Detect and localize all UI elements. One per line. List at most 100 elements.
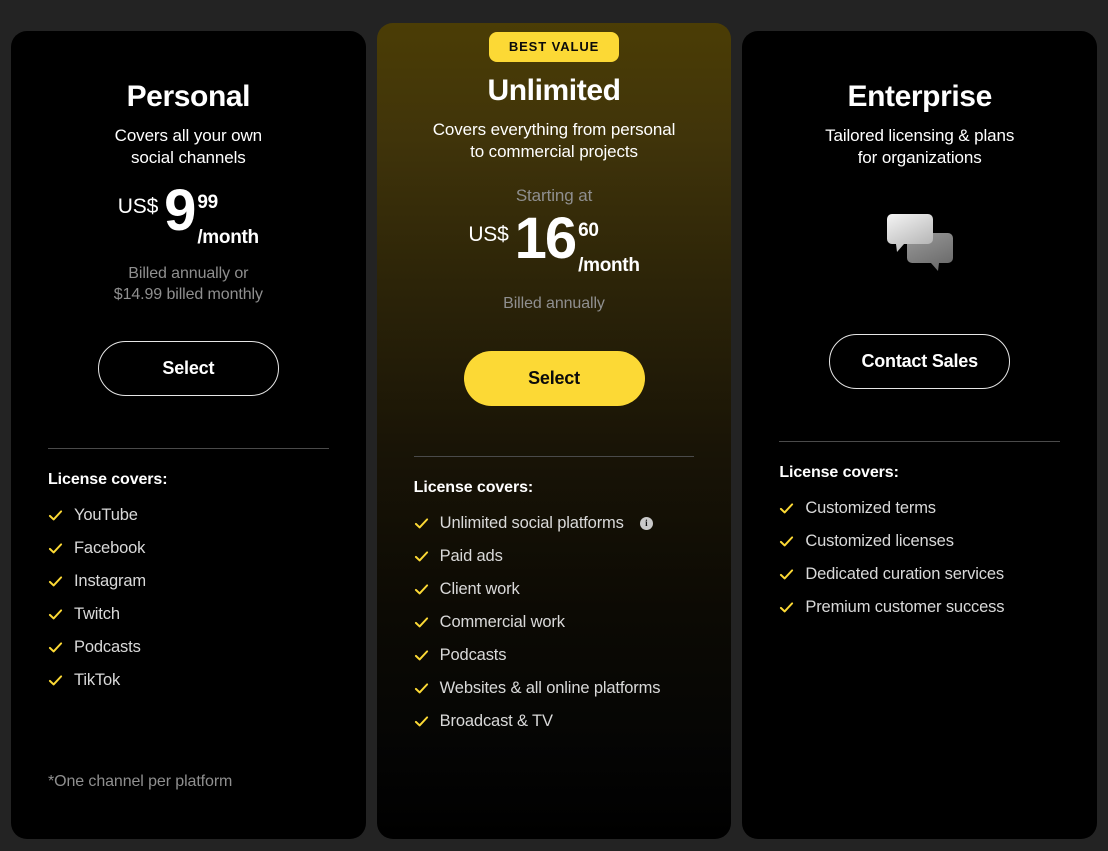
feature-list-enterprise: Customized terms Customized licenses Ded…: [779, 492, 1060, 624]
list-item: Client work: [414, 573, 695, 606]
list-item: Paid ads: [414, 540, 695, 573]
check-icon: [780, 602, 794, 613]
billing-note-line2: $14.99 billed monthly: [113, 286, 263, 304]
plan-tagline-line1: Covers everything from personal: [432, 120, 676, 139]
check-icon: [414, 584, 428, 595]
price-currency: US$: [117, 194, 159, 218]
feature-label: Websites & all online platforms: [439, 679, 661, 698]
check-icon: [780, 503, 794, 514]
check-icon: [48, 576, 63, 587]
feature-list-unlimited: Unlimited social platforms i Paid ads Cl…: [414, 507, 695, 738]
billing-note-line1: Billed annually: [503, 294, 605, 312]
plan-card-personal[interactable]: Personal Covers all your own social chan…: [11, 31, 366, 839]
plan-tagline-line2: to commercial projects: [470, 142, 638, 162]
feature-label: Instagram: [74, 572, 147, 591]
feature-label: Podcasts: [439, 646, 507, 665]
feature-label: Client work: [439, 580, 520, 599]
feature-label: Paid ads: [439, 547, 503, 566]
feature-label: Podcasts: [74, 638, 141, 657]
price-amount: 16: [514, 205, 578, 271]
plan-title: Enterprise: [847, 80, 992, 113]
price-suffix: 99 /month: [197, 184, 259, 247]
features-title: License covers:: [779, 463, 899, 481]
plan-tagline: Covers all your own social channels: [48, 125, 329, 170]
list-item: Podcasts: [414, 639, 695, 672]
feature-label: Broadcast & TV: [439, 712, 553, 731]
section-divider: [48, 448, 329, 450]
list-item: Customized licenses: [779, 525, 1060, 558]
badge-container: BEST VALUE: [377, 23, 732, 75]
list-item: Facebook: [48, 532, 329, 565]
feature-label: TikTok: [74, 671, 121, 690]
plan-tagline-line2: social channels: [130, 148, 246, 168]
list-item: Websites & all online platforms: [414, 672, 695, 705]
best-value-badge: BEST VALUE: [488, 32, 620, 62]
features-title: License covers:: [413, 479, 534, 497]
plan-tagline-line1: Tailored licensing & plans: [825, 126, 1015, 145]
cta-container: Contact Sales: [779, 333, 1060, 389]
chat-bubbles-icon: [886, 213, 953, 271]
list-item: Broadcast & TV: [414, 705, 695, 738]
list-item: TikTok: [48, 664, 329, 697]
info-icon[interactable]: i: [639, 517, 653, 531]
price-suffix: 60 /month: [578, 212, 640, 275]
billing-note: Billed annually: [414, 293, 695, 315]
feature-label: Customized licenses: [805, 531, 954, 550]
price-cents: 60: [578, 219, 599, 241]
check-icon: [48, 609, 63, 620]
feature-label: YouTube: [74, 506, 138, 525]
plan-card-unlimited[interactable]: BEST VALUE Unlimited Covers everything f…: [376, 23, 732, 839]
price-block: US$ 9 99 /month: [48, 177, 329, 247]
feature-label: Facebook: [74, 539, 146, 558]
select-button-unlimited[interactable]: Select: [463, 351, 645, 407]
check-icon: [48, 675, 63, 686]
section-divider: [779, 440, 1061, 442]
price-cents: 99: [197, 191, 218, 213]
check-icon: [414, 617, 428, 628]
plan-tagline-line1: Covers all your own: [114, 126, 263, 145]
check-icon: [414, 683, 428, 694]
price-block: US$ 16 60 /month: [414, 205, 695, 275]
cta-container: Select: [48, 341, 329, 397]
price-period: /month: [197, 226, 259, 248]
feature-label: Premium customer success: [805, 597, 1005, 616]
check-icon: [780, 569, 794, 580]
check-icon: [780, 536, 794, 547]
plan-footnote: *One channel per platform: [48, 773, 233, 790]
contact-sales-button[interactable]: Contact Sales: [829, 333, 1011, 389]
check-icon: [48, 642, 63, 653]
plan-title: Personal: [126, 80, 251, 113]
contact-icon-container: [779, 204, 1060, 280]
plan-title: Unlimited: [487, 74, 621, 107]
plan-tagline: Tailored licensing & plans for organizat…: [779, 125, 1060, 170]
feature-label: Customized terms: [805, 498, 936, 517]
cta-container: Select: [414, 351, 695, 407]
list-item: Unlimited social platforms i: [414, 507, 695, 540]
check-icon: [48, 510, 63, 521]
feature-label: Twitch: [74, 605, 120, 624]
check-icon: [48, 543, 63, 554]
plan-tagline: Covers everything from personal to comme…: [414, 119, 695, 164]
check-icon: [414, 518, 428, 529]
pricing-plans-grid: Personal Covers all your own social chan…: [0, 0, 1108, 851]
list-item: YouTube: [48, 499, 329, 532]
price-period: /month: [578, 254, 640, 276]
check-icon: [414, 551, 428, 562]
list-item: Commercial work: [414, 606, 695, 639]
list-item: Customized terms: [779, 492, 1060, 525]
plan-card-enterprise[interactable]: Enterprise Tailored licensing & plans fo…: [742, 31, 1098, 839]
list-item: Dedicated curation services: [779, 558, 1060, 591]
feature-label: Unlimited social platforms: [439, 514, 624, 533]
list-item: Podcasts: [48, 631, 329, 664]
section-divider: [413, 456, 695, 458]
billing-note-line1: Billed annually or: [128, 264, 249, 282]
list-item: Premium customer success: [779, 591, 1060, 624]
list-item: Twitch: [48, 598, 329, 631]
billing-note: Billed annually or $14.99 billed monthly: [48, 263, 329, 306]
select-button-personal[interactable]: Select: [97, 341, 279, 397]
check-icon: [414, 650, 428, 661]
features-title: License covers:: [48, 471, 168, 489]
plan-tagline-line2: for organizations: [857, 148, 982, 168]
price-amount: 9: [164, 177, 196, 243]
feature-list-personal: YouTube Facebook Instagram Twitch Podcas…: [48, 499, 329, 697]
